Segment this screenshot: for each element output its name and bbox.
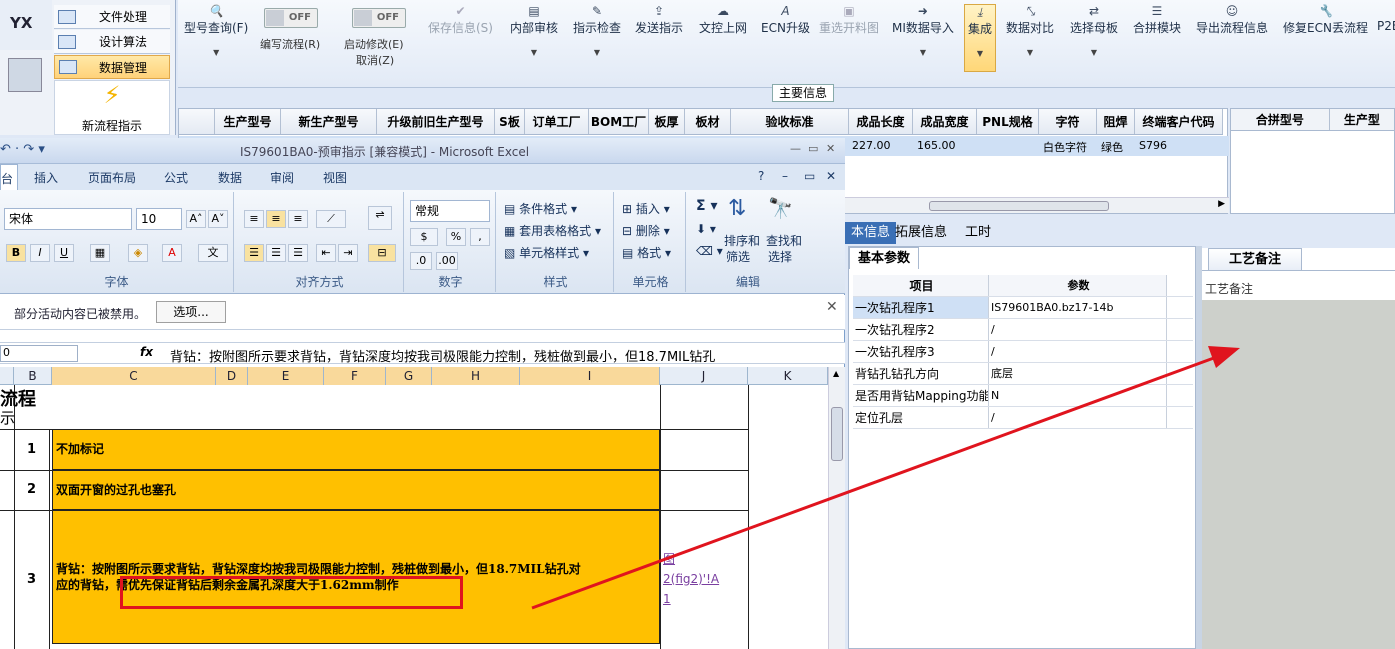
arrow-line: [531, 353, 1223, 610]
arrow-head: [1208, 346, 1240, 368]
annotation-arrow: [531, 346, 1240, 610]
